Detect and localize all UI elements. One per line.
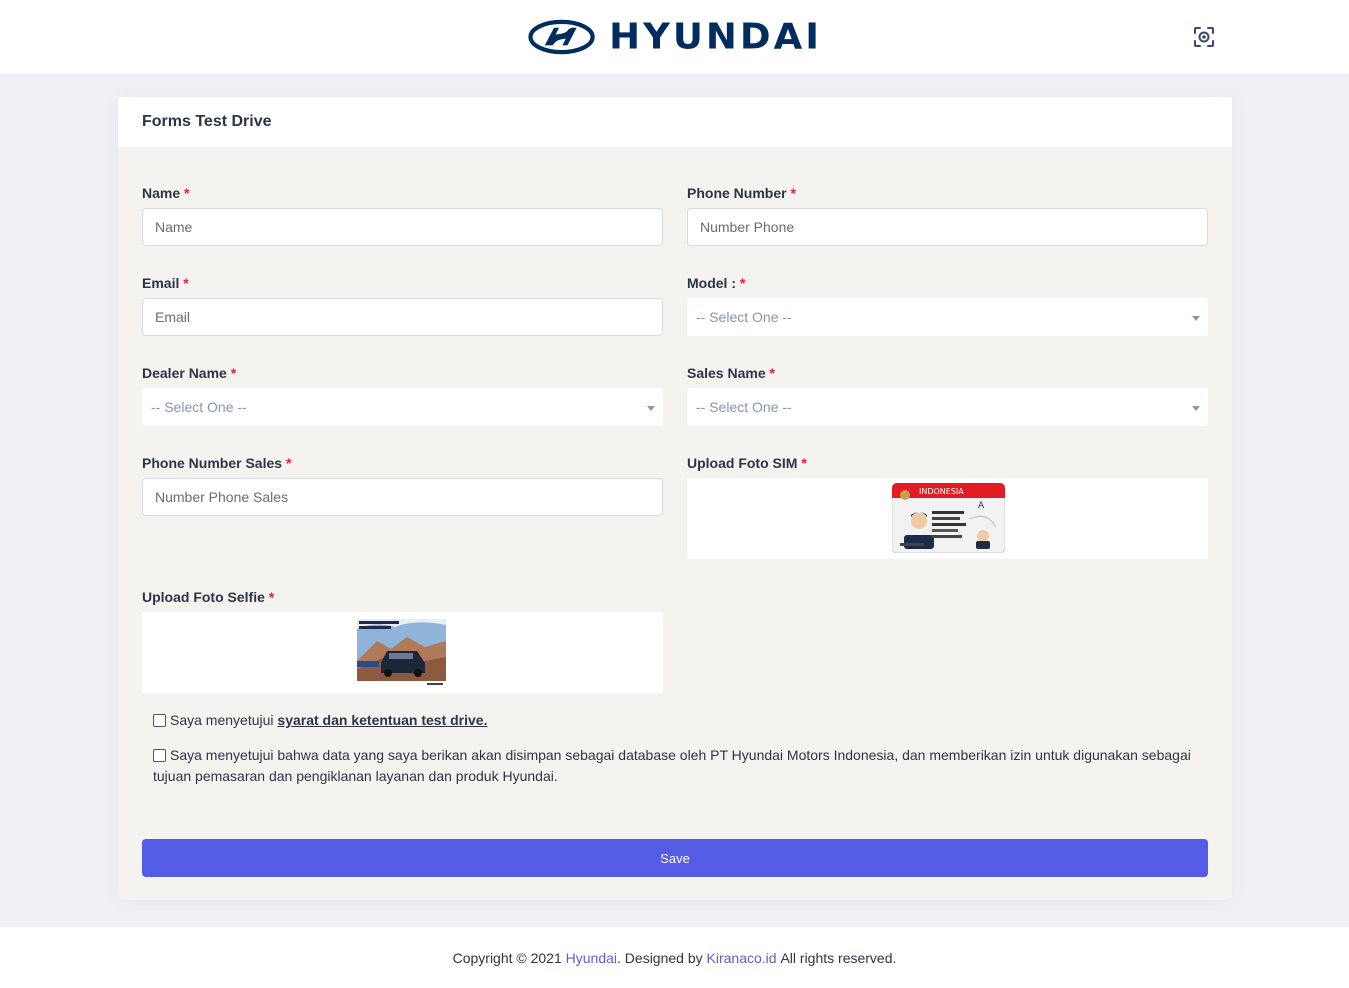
selfie-upload-group: Upload Foto Selfie * [142,587,663,693]
sales-select[interactable]: -- Select One -- [687,388,1208,426]
agree-data-text: Saya menyetujui bahwa data yang saya ber… [153,747,1195,784]
designed-by-text: . Designed by [617,949,707,966]
model-select-value: -- Select One -- [696,309,792,325]
caret-down-icon [647,406,655,411]
scan-icon [1194,27,1214,47]
phone-sales-field-group: Phone Number Sales * [142,453,663,516]
sim-upload-dropzone[interactable]: INDONESIA A [687,478,1208,559]
model-field-group: Model : * -- Select One -- [687,273,1208,336]
selfie-preview-image [355,617,448,687]
agree-data-row: Saya menyetujui bahwa data yang saya ber… [153,745,1203,787]
card-title: Forms Test Drive [118,97,1232,147]
hyundai-link[interactable]: Hyundai [566,950,617,966]
save-button[interactable]: Save [142,839,1208,877]
model-select[interactable]: -- Select One -- [687,298,1208,336]
phone-sales-label: Phone Number Sales * [142,455,292,471]
phone-sales-input[interactable] [142,478,663,516]
dealer-select-value: -- Select One -- [151,399,247,415]
sim-card-class: A [978,501,985,511]
agree-terms-text: Saya menyetujui [170,712,278,728]
sales-label: Sales Name * [687,365,775,381]
phone-input[interactable] [687,208,1208,246]
sales-field-group: Sales Name * -- Select One -- [687,363,1208,426]
email-input[interactable] [142,298,663,336]
model-label: Model : * [687,275,746,291]
scan-button[interactable] [1192,25,1216,49]
phone-label: Phone Number * [687,185,796,201]
email-field-group: Email * [142,273,663,336]
caret-down-icon [1192,316,1200,321]
agree-terms-row: Saya menyetujui syarat dan ketentuan tes… [153,710,1203,731]
dealer-label: Dealer Name * [142,365,237,381]
hyundai-logo[interactable]: HYUNDAI [528,16,822,58]
sim-upload-group: Upload Foto SIM * INDONESIA A [687,453,1208,559]
selfie-upload-label: Upload Foto Selfie * [142,589,275,605]
rights-text: All rights reserved. [776,949,897,966]
brand-wordmark: HYUNDAI [609,16,822,57]
top-bar: HYUNDAI [0,0,1349,74]
footer: Copyright © 2021 Hyundai. Designed by Ki… [0,927,1349,988]
sales-select-value: -- Select One -- [696,399,792,415]
dealer-field-group: Dealer Name * -- Select One -- [142,363,663,426]
terms-link[interactable]: syarat dan ketentuan test drive. [277,712,487,728]
sim-card-preview: INDONESIA A [892,483,1005,553]
hyundai-emblem-icon [528,19,595,55]
phone-field-group: Phone Number * [687,183,1208,246]
caret-down-icon [1192,406,1200,411]
name-label: Name * [142,185,190,201]
name-field-group: Name * [142,183,663,246]
copyright-text: Copyright © 2021 [452,949,566,966]
agree-data-checkbox[interactable] [153,749,166,762]
selfie-upload-dropzone[interactable] [142,612,663,693]
sim-upload-label: Upload Foto SIM * [687,455,807,471]
agree-terms-checkbox[interactable] [153,714,166,727]
dealer-select[interactable]: -- Select One -- [142,388,663,426]
sim-card-country: INDONESIA [919,487,964,496]
name-input[interactable] [142,208,663,246]
email-label: Email * [142,275,189,291]
designer-link[interactable]: Kiranaco.id [707,950,777,966]
